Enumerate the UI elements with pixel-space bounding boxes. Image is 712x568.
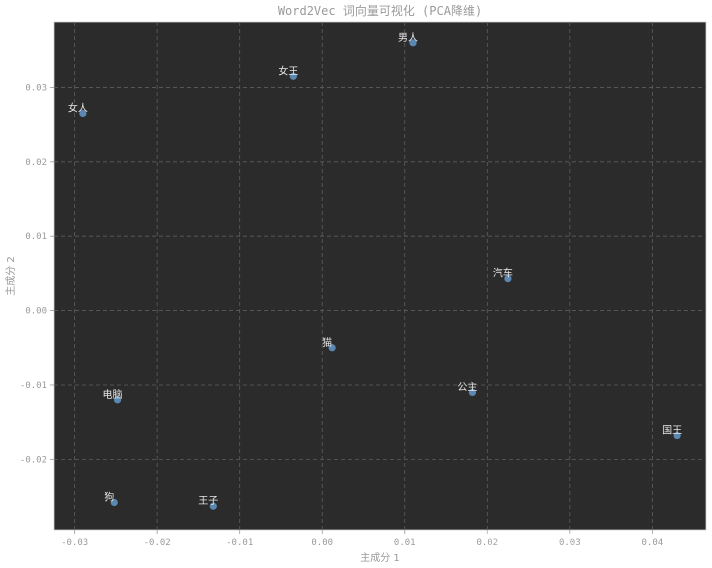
y-tick-label: -0.02	[20, 455, 47, 465]
y-tick-label: 0.00	[25, 307, 47, 317]
chart-title: Word2Vec 词向量可视化 (PCA降维)	[278, 3, 482, 18]
point-label: 汽车	[493, 267, 513, 280]
point-label: 狗	[104, 490, 114, 503]
y-tick-label: 0.01	[25, 232, 47, 242]
x-tick-label: 0.01	[394, 538, 416, 548]
point-label: 猫	[322, 336, 332, 349]
point-label: 国王	[662, 425, 682, 437]
point-label: 男人	[398, 32, 418, 44]
point-label: 女王	[278, 64, 298, 77]
point-label: 王子	[198, 495, 218, 507]
watermark: 公众号 · 机器学习算法与	[420, 529, 595, 548]
y-tick-label: 0.03	[25, 83, 47, 93]
x-tick-label: 0.00	[311, 538, 333, 548]
point-label: 女人	[68, 101, 88, 114]
x-tick-label: 0.04	[642, 538, 664, 548]
y-tick-label: -0.01	[20, 381, 47, 391]
x-axis-label: 主成分 1	[360, 552, 400, 564]
plot-area	[53, 21, 707, 531]
point-label: 电脑	[103, 388, 123, 401]
x-tick-label: -0.02	[144, 538, 171, 548]
scatter-chart: -0.03 -0.02 -0.01 0.00 0.01 0.02 0.03 0.04 -0.0…	[0, 0, 712, 568]
x-tick-label: -0.03	[61, 538, 88, 548]
x-tick-label: -0.01	[226, 538, 253, 548]
y-tick-label: 0.02	[25, 158, 47, 168]
point-label: 公主	[457, 381, 477, 393]
y-axis-label: 主成分 2	[5, 256, 17, 296]
